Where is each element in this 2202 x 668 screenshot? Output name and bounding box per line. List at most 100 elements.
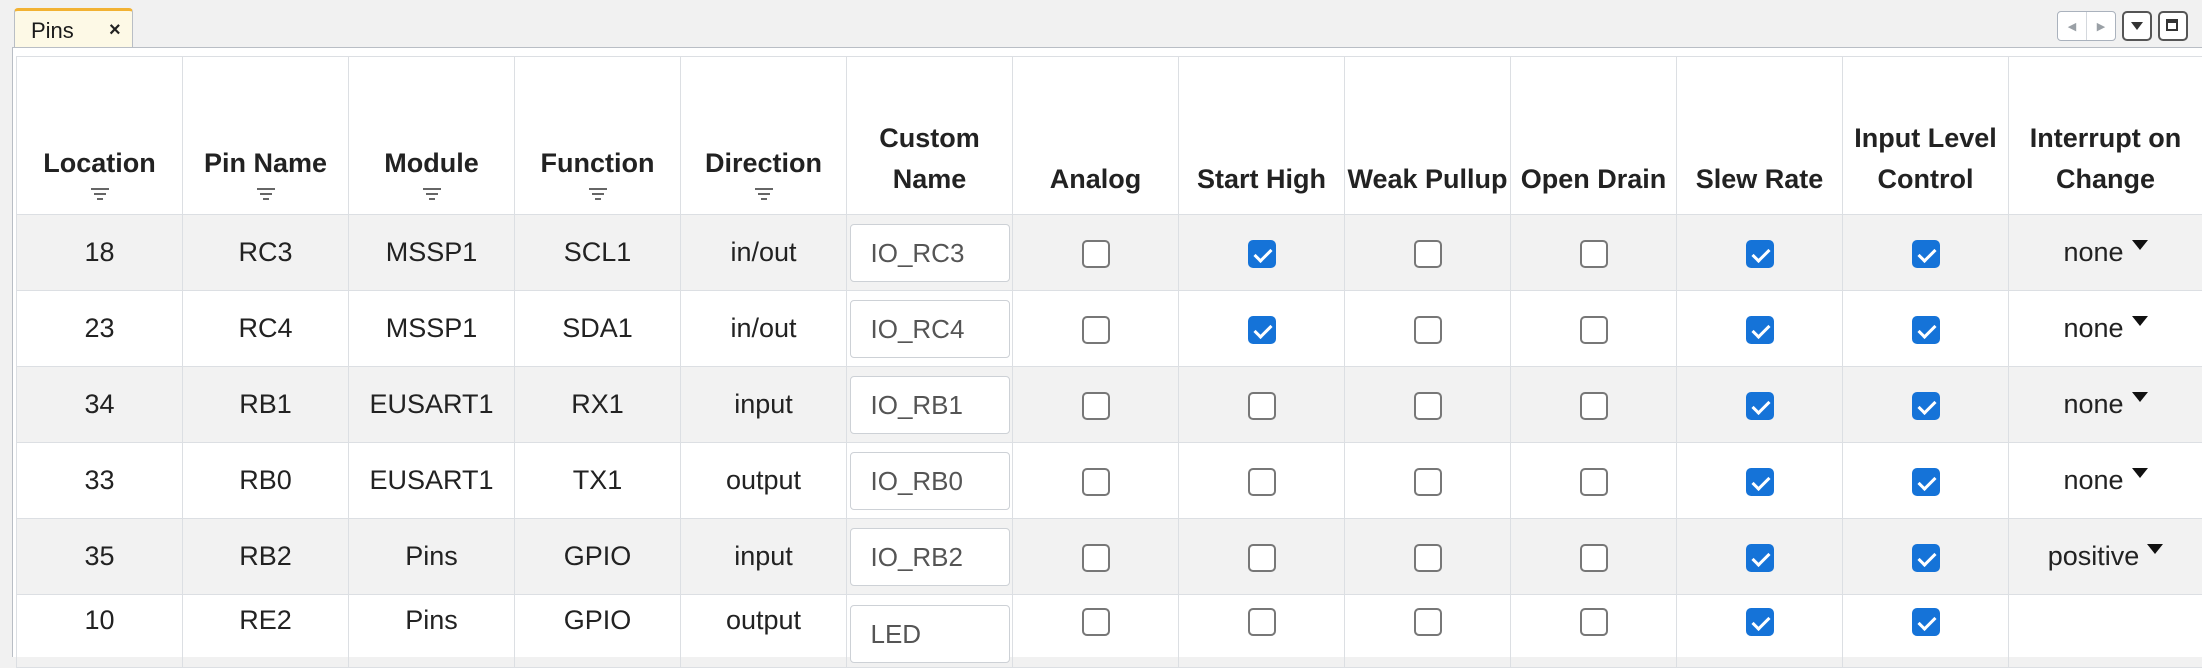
column-header-location[interactable]: Location	[17, 57, 183, 215]
cell-pin-name: RB1	[183, 367, 349, 443]
filter-icon[interactable]	[589, 188, 607, 200]
input-level-control-checkbox[interactable]	[1912, 316, 1940, 344]
custom-name-input[interactable]: IO_RC3	[850, 224, 1010, 282]
filter-icon[interactable]	[755, 188, 773, 200]
custom-name-input[interactable]: IO_RC4	[850, 300, 1010, 358]
slew-rate-checkbox[interactable]	[1746, 468, 1774, 496]
interrupt-on-change-value: positive	[2048, 541, 2140, 572]
custom-name-input[interactable]: LED	[850, 605, 1010, 663]
input-level-control-checkbox[interactable]	[1912, 468, 1940, 496]
cell-module: EUSART1	[349, 443, 515, 519]
analog-checkbox[interactable]	[1082, 468, 1110, 496]
input-level-control-checkbox[interactable]	[1912, 392, 1940, 420]
table-row[interactable]: 23RC4MSSP1SDA1in/outIO_RC4none	[17, 291, 2202, 367]
cell-pin-name: RC4	[183, 291, 349, 367]
open-drain-checkbox[interactable]	[1580, 544, 1608, 572]
slew-rate-checkbox[interactable]	[1746, 392, 1774, 420]
maximize-icon[interactable]	[2158, 11, 2188, 41]
interrupt-on-change-select[interactable]: none	[2063, 313, 2147, 344]
cell-start-high	[1179, 291, 1345, 367]
analog-checkbox[interactable]	[1082, 544, 1110, 572]
column-header-custom-name: Custom Name	[847, 57, 1013, 215]
start-high-checkbox[interactable]	[1248, 316, 1276, 344]
custom-name-input[interactable]: IO_RB1	[850, 376, 1010, 434]
interrupt-on-change-select[interactable]: none	[2063, 465, 2147, 496]
close-icon[interactable]: ×	[109, 19, 121, 42]
cell-pin-name: RB2	[183, 519, 349, 595]
column-header-module[interactable]: Module	[349, 57, 515, 215]
column-label: Pin Name	[204, 148, 327, 178]
interrupt-on-change-select[interactable]: positive	[2048, 541, 2164, 572]
slew-rate-checkbox[interactable]	[1746, 608, 1774, 636]
start-high-checkbox[interactable]	[1248, 240, 1276, 268]
analog-checkbox[interactable]	[1082, 316, 1110, 344]
slew-rate-checkbox[interactable]	[1746, 544, 1774, 572]
chevron-right-icon[interactable]: ▶	[2086, 12, 2115, 40]
input-level-control-checkbox[interactable]	[1912, 608, 1940, 636]
weak-pullup-checkbox[interactable]	[1414, 468, 1442, 496]
table-row[interactable]: 33RB0EUSART1TX1outputIO_RB0none	[17, 443, 2202, 519]
column-header-input-level-control: Input Level Control	[1843, 57, 2009, 215]
cell-function: SCL1	[515, 215, 681, 291]
chevron-left-icon[interactable]: ◀	[2058, 12, 2086, 40]
cell-location: 23	[17, 291, 183, 367]
column-header-direction[interactable]: Direction	[681, 57, 847, 215]
cell-custom-name: IO_RC3	[847, 215, 1013, 291]
column-label: Analog	[1050, 164, 1142, 194]
analog-checkbox[interactable]	[1082, 240, 1110, 268]
interrupt-on-change-select[interactable]: none	[2063, 237, 2147, 268]
input-level-control-checkbox[interactable]	[1912, 544, 1940, 572]
open-drain-checkbox[interactable]	[1580, 240, 1608, 268]
column-header-function[interactable]: Function	[515, 57, 681, 215]
column-label: Weak Pullup	[1347, 164, 1507, 194]
dropdown-caret-icon	[2147, 544, 2163, 554]
column-label: Custom Name	[879, 123, 980, 194]
view-menu-icon[interactable]	[2122, 11, 2152, 41]
column-label: Interrupt on Change	[2030, 123, 2181, 194]
cell-input-level-control	[1843, 215, 2009, 291]
cell-analog	[1013, 291, 1179, 367]
start-high-checkbox[interactable]	[1248, 468, 1276, 496]
cell-slew-rate	[1677, 519, 1843, 595]
open-drain-checkbox[interactable]	[1580, 316, 1608, 344]
filter-icon[interactable]	[91, 188, 109, 200]
cell-location: 35	[17, 519, 183, 595]
start-high-checkbox[interactable]	[1248, 608, 1276, 636]
column-header-pin-name[interactable]: Pin Name	[183, 57, 349, 215]
custom-name-input[interactable]: IO_RB0	[850, 452, 1010, 510]
slew-rate-checkbox[interactable]	[1746, 316, 1774, 344]
filter-icon[interactable]	[423, 188, 441, 200]
weak-pullup-checkbox[interactable]	[1414, 240, 1442, 268]
table-row[interactable]: 34RB1EUSART1RX1inputIO_RB1none	[17, 367, 2202, 443]
table-row[interactable]: 35RB2PinsGPIOinputIO_RB2positive	[17, 519, 2202, 595]
interrupt-on-change-value: none	[2063, 389, 2123, 420]
cell-direction: in/out	[681, 215, 847, 291]
cell-direction: input	[681, 367, 847, 443]
interrupt-on-change-select[interactable]: none	[2063, 389, 2147, 420]
start-high-checkbox[interactable]	[1248, 544, 1276, 572]
open-drain-checkbox[interactable]	[1580, 608, 1608, 636]
table-row[interactable]: 18RC3MSSP1SCL1in/outIO_RC3none	[17, 215, 2202, 291]
cell-open-drain	[1511, 443, 1677, 519]
tab-pins[interactable]: Pins ×	[14, 8, 133, 48]
cell-location: 34	[17, 367, 183, 443]
cell-analog	[1013, 443, 1179, 519]
open-drain-checkbox[interactable]	[1580, 468, 1608, 496]
cell-direction: in/out	[681, 291, 847, 367]
cell-interrupt-on-change: positive	[2009, 519, 2202, 595]
cell-input-level-control	[1843, 367, 2009, 443]
filter-icon[interactable]	[257, 188, 275, 200]
input-level-control-checkbox[interactable]	[1912, 240, 1940, 268]
custom-name-input[interactable]: IO_RB2	[850, 528, 1010, 586]
weak-pullup-checkbox[interactable]	[1414, 608, 1442, 636]
weak-pullup-checkbox[interactable]	[1414, 544, 1442, 572]
table-body: 18RC3MSSP1SCL1in/outIO_RC3none23RC4MSSP1…	[17, 215, 2202, 668]
analog-checkbox[interactable]	[1082, 392, 1110, 420]
open-drain-checkbox[interactable]	[1580, 392, 1608, 420]
start-high-checkbox[interactable]	[1248, 392, 1276, 420]
slew-rate-checkbox[interactable]	[1746, 240, 1774, 268]
weak-pullup-checkbox[interactable]	[1414, 316, 1442, 344]
analog-checkbox[interactable]	[1082, 608, 1110, 636]
column-label: Input Level Control	[1854, 123, 1997, 194]
weak-pullup-checkbox[interactable]	[1414, 392, 1442, 420]
